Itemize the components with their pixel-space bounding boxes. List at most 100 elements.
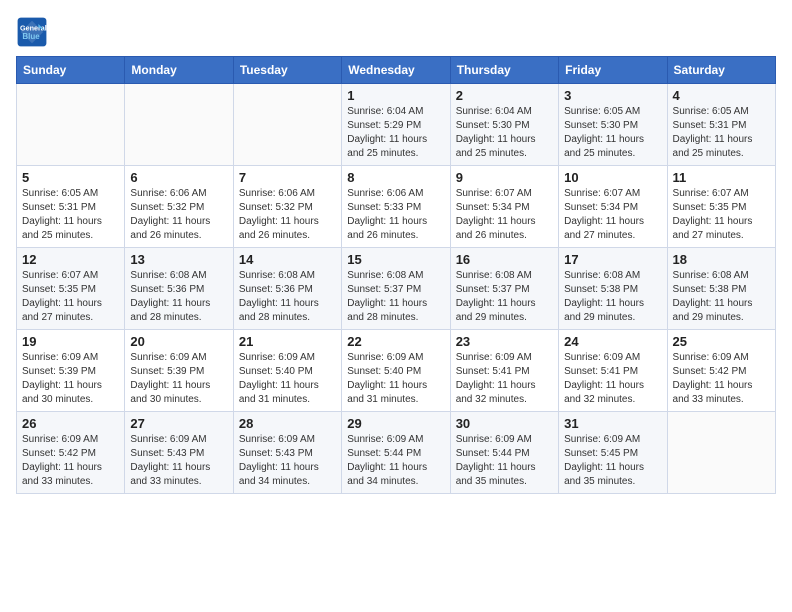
week-row-5: 26Sunrise: 6:09 AM Sunset: 5:42 PM Dayli… [17, 412, 776, 494]
logo-icon: General Blue [16, 16, 48, 48]
day-info-26: Sunrise: 6:09 AM Sunset: 5:42 PM Dayligh… [22, 433, 119, 489]
day-info-12: Sunrise: 6:07 AM Sunset: 5:35 PM Dayligh… [22, 269, 119, 325]
day-number-12: 12 [22, 252, 119, 267]
empty-cell [667, 412, 775, 494]
day-info-22: Sunrise: 6:09 AM Sunset: 5:40 PM Dayligh… [347, 351, 444, 407]
day-cell-6: 6 Sunrise: 6:06 AM Sunset: 5:32 PM Daylig… [125, 166, 233, 248]
day-info-13: Sunrise: 6:08 AM Sunset: 5:36 PM Dayligh… [130, 269, 227, 325]
week-row-2: 5 Sunrise: 6:05 AM Sunset: 5:31 PM Daylig… [17, 166, 776, 248]
weekday-header-monday: Monday [125, 57, 233, 84]
day-info-2: Sunrise: 6:04 AM Sunset: 5:30 PM Dayligh… [456, 105, 553, 161]
day-number-29: 29 [347, 416, 444, 431]
day-info-20: Sunrise: 6:09 AM Sunset: 5:39 PM Dayligh… [130, 351, 227, 407]
day-info-6: Sunrise: 6:06 AM Sunset: 5:32 PM Dayligh… [130, 187, 227, 243]
day-cell-1: 1 Sunrise: 6:04 AM Sunset: 5:29 PM Daylig… [342, 84, 450, 166]
logo: General Blue [16, 16, 52, 48]
svg-text:General: General [20, 23, 47, 32]
day-number-11: 11 [673, 170, 770, 185]
day-number-21: 21 [239, 334, 336, 349]
day-cell-22: 22 Sunrise: 6:09 AM Sunset: 5:40 PM Dayli… [342, 330, 450, 412]
day-info-15: Sunrise: 6:08 AM Sunset: 5:37 PM Dayligh… [347, 269, 444, 325]
day-number-7: 7 [239, 170, 336, 185]
day-info-18: Sunrise: 6:08 AM Sunset: 5:38 PM Dayligh… [673, 269, 770, 325]
weekday-header-thursday: Thursday [450, 57, 558, 84]
day-cell-9: 9 Sunrise: 6:07 AM Sunset: 5:34 PM Daylig… [450, 166, 558, 248]
day-cell-30: 30 Sunrise: 6:09 AM Sunset: 5:44 PM Dayli… [450, 412, 558, 494]
day-cell-10: 10 Sunrise: 6:07 AM Sunset: 5:34 PM Dayli… [559, 166, 667, 248]
day-cell-15: 15 Sunrise: 6:08 AM Sunset: 5:37 PM Dayli… [342, 248, 450, 330]
weekday-header-sunday: Sunday [17, 57, 125, 84]
day-info-19: Sunrise: 6:09 AM Sunset: 5:39 PM Dayligh… [22, 351, 119, 407]
week-row-4: 19 Sunrise: 6:09 AM Sunset: 5:39 PM Dayli… [17, 330, 776, 412]
day-number-24: 24 [564, 334, 661, 349]
day-cell-25: 25Sunrise: 6:09 AM Sunset: 5:42 PM Dayli… [667, 330, 775, 412]
day-number-18: 18 [673, 252, 770, 267]
day-cell-11: 11 Sunrise: 6:07 AM Sunset: 5:35 PM Dayli… [667, 166, 775, 248]
day-info-31: Sunrise: 6:09 AM Sunset: 5:45 PM Dayligh… [564, 433, 661, 489]
day-cell-29: 29 Sunrise: 6:09 AM Sunset: 5:44 PM Dayli… [342, 412, 450, 494]
weekday-header-tuesday: Tuesday [233, 57, 341, 84]
day-number-3: 3 [564, 88, 661, 103]
day-number-13: 13 [130, 252, 227, 267]
day-info-1: Sunrise: 6:04 AM Sunset: 5:29 PM Dayligh… [347, 105, 444, 161]
day-info-5: Sunrise: 6:05 AM Sunset: 5:31 PM Dayligh… [22, 187, 119, 243]
empty-cell [125, 84, 233, 166]
day-number-16: 16 [456, 252, 553, 267]
day-number-6: 6 [130, 170, 227, 185]
day-number-5: 5 [22, 170, 119, 185]
day-info-10: Sunrise: 6:07 AM Sunset: 5:34 PM Dayligh… [564, 187, 661, 243]
day-cell-16: 16Sunrise: 6:08 AM Sunset: 5:37 PM Dayli… [450, 248, 558, 330]
day-cell-12: 12 Sunrise: 6:07 AM Sunset: 5:35 PM Dayli… [17, 248, 125, 330]
day-cell-26: 26Sunrise: 6:09 AM Sunset: 5:42 PM Dayli… [17, 412, 125, 494]
day-cell-23: 23 Sunrise: 6:09 AM Sunset: 5:41 PM Dayli… [450, 330, 558, 412]
day-number-31: 31 [564, 416, 661, 431]
day-info-14: Sunrise: 6:08 AM Sunset: 5:36 PM Dayligh… [239, 269, 336, 325]
day-cell-3: 3 Sunrise: 6:05 AM Sunset: 5:30 PM Daylig… [559, 84, 667, 166]
day-info-17: Sunrise: 6:08 AM Sunset: 5:38 PM Dayligh… [564, 269, 661, 325]
day-cell-8: 8Sunrise: 6:06 AM Sunset: 5:33 PM Daylig… [342, 166, 450, 248]
weekday-header-wednesday: Wednesday [342, 57, 450, 84]
day-number-28: 28 [239, 416, 336, 431]
day-cell-28: 28Sunrise: 6:09 AM Sunset: 5:43 PM Dayli… [233, 412, 341, 494]
day-number-14: 14 [239, 252, 336, 267]
day-number-23: 23 [456, 334, 553, 349]
day-cell-5: 5 Sunrise: 6:05 AM Sunset: 5:31 PM Daylig… [17, 166, 125, 248]
day-cell-13: 13 Sunrise: 6:08 AM Sunset: 5:36 PM Dayli… [125, 248, 233, 330]
day-info-29: Sunrise: 6:09 AM Sunset: 5:44 PM Dayligh… [347, 433, 444, 489]
day-cell-4: 4 Sunrise: 6:05 AM Sunset: 5:31 PM Daylig… [667, 84, 775, 166]
day-number-1: 1 [347, 88, 444, 103]
day-info-7: Sunrise: 6:06 AM Sunset: 5:32 PM Dayligh… [239, 187, 336, 243]
day-cell-24: 24 Sunrise: 6:09 AM Sunset: 5:41 PM Dayli… [559, 330, 667, 412]
day-number-9: 9 [456, 170, 553, 185]
day-number-30: 30 [456, 416, 553, 431]
day-number-4: 4 [673, 88, 770, 103]
day-number-10: 10 [564, 170, 661, 185]
day-number-27: 27 [130, 416, 227, 431]
day-cell-2: 2 Sunrise: 6:04 AM Sunset: 5:30 PM Daylig… [450, 84, 558, 166]
day-info-30: Sunrise: 6:09 AM Sunset: 5:44 PM Dayligh… [456, 433, 553, 489]
day-info-4: Sunrise: 6:05 AM Sunset: 5:31 PM Dayligh… [673, 105, 770, 161]
day-info-11: Sunrise: 6:07 AM Sunset: 5:35 PM Dayligh… [673, 187, 770, 243]
day-cell-18: 18 Sunrise: 6:08 AM Sunset: 5:38 PM Dayli… [667, 248, 775, 330]
day-info-3: Sunrise: 6:05 AM Sunset: 5:30 PM Dayligh… [564, 105, 661, 161]
weekday-header-friday: Friday [559, 57, 667, 84]
day-cell-7: 7 Sunrise: 6:06 AM Sunset: 5:32 PM Daylig… [233, 166, 341, 248]
day-cell-20: 20 Sunrise: 6:09 AM Sunset: 5:39 PM Dayli… [125, 330, 233, 412]
day-info-23: Sunrise: 6:09 AM Sunset: 5:41 PM Dayligh… [456, 351, 553, 407]
weekday-header-saturday: Saturday [667, 57, 775, 84]
day-number-20: 20 [130, 334, 227, 349]
day-number-22: 22 [347, 334, 444, 349]
day-number-17: 17 [564, 252, 661, 267]
day-cell-17: 17 Sunrise: 6:08 AM Sunset: 5:38 PM Dayli… [559, 248, 667, 330]
day-number-15: 15 [347, 252, 444, 267]
day-number-2: 2 [456, 88, 553, 103]
day-cell-14: 14 Sunrise: 6:08 AM Sunset: 5:36 PM Dayli… [233, 248, 341, 330]
day-info-21: Sunrise: 6:09 AM Sunset: 5:40 PM Dayligh… [239, 351, 336, 407]
empty-cell [233, 84, 341, 166]
day-cell-19: 19 Sunrise: 6:09 AM Sunset: 5:39 PM Dayli… [17, 330, 125, 412]
day-number-19: 19 [22, 334, 119, 349]
day-cell-31: 31 Sunrise: 6:09 AM Sunset: 5:45 PM Dayli… [559, 412, 667, 494]
day-cell-27: 27Sunrise: 6:09 AM Sunset: 5:43 PM Dayli… [125, 412, 233, 494]
day-info-24: Sunrise: 6:09 AM Sunset: 5:41 PM Dayligh… [564, 351, 661, 407]
day-info-9: Sunrise: 6:07 AM Sunset: 5:34 PM Dayligh… [456, 187, 553, 243]
